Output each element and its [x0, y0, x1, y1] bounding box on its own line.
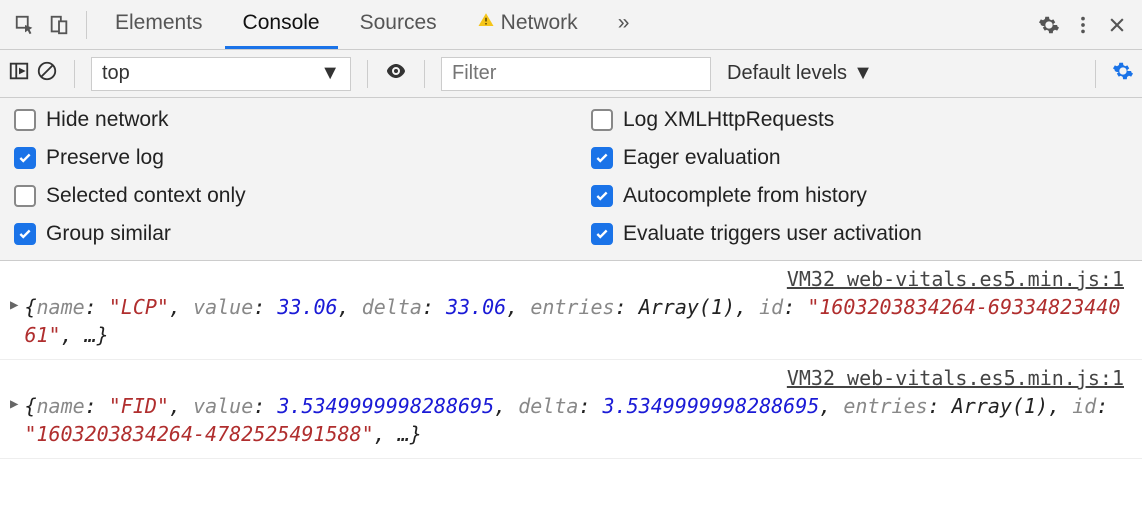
divider: [86, 11, 87, 39]
live-expression-icon[interactable]: [384, 59, 408, 89]
console-subtoolbar: top ▼ Default levels ▼: [0, 50, 1142, 98]
setting-preserve-log[interactable]: Preserve log: [14, 146, 551, 170]
context-selector-value: top: [102, 62, 130, 85]
setting-autocomplete-history[interactable]: Autocomplete from history: [591, 184, 1128, 208]
setting-eval-user-activation[interactable]: Evaluate triggers user activation: [591, 222, 1128, 246]
tab-elements[interactable]: Elements: [97, 0, 221, 49]
checkbox-icon: [14, 109, 36, 131]
setting-selected-context-only[interactable]: Selected context only: [14, 184, 551, 208]
expand-triangle-icon[interactable]: ▶: [10, 396, 18, 412]
tab-network-label: Network: [501, 11, 578, 35]
expand-triangle-icon[interactable]: ▶: [10, 297, 18, 313]
chevron-down-icon: ▼: [320, 62, 340, 85]
setting-group-similar[interactable]: Group similar: [14, 222, 551, 246]
tab-console-label: Console: [243, 11, 320, 35]
divider: [74, 60, 75, 88]
setting-eager-eval[interactable]: Eager evaluation: [591, 146, 1128, 170]
device-toolbar-icon[interactable]: [42, 8, 76, 42]
inspect-element-icon[interactable]: [8, 8, 42, 42]
tab-network[interactable]: Network: [459, 0, 596, 49]
tab-more[interactable]: »: [600, 0, 648, 49]
checkbox-icon: [14, 147, 36, 169]
setting-label: Autocomplete from history: [623, 184, 867, 208]
checkbox-icon: [591, 109, 613, 131]
log-source-link[interactable]: VM32 web-vitals.es5.min.js:1: [10, 267, 1132, 291]
log-entry: VM32 web-vitals.es5.min.js:1 ▶ {name: "FID…: [0, 360, 1142, 459]
divider: [367, 60, 368, 88]
tab-sources-label: Sources: [360, 11, 437, 35]
tab-sources[interactable]: Sources: [342, 0, 455, 49]
checkbox-icon: [14, 185, 36, 207]
chevron-down-icon: ▼: [853, 62, 873, 85]
setting-label: Evaluate triggers user activation: [623, 222, 922, 246]
tab-console[interactable]: Console: [225, 0, 338, 49]
checkbox-icon: [591, 147, 613, 169]
console-settings-gear-icon[interactable]: [1112, 60, 1134, 88]
warning-icon: [477, 11, 495, 35]
context-selector[interactable]: top ▼: [91, 57, 351, 91]
log-object[interactable]: {name: "LCP", value: 33.06, delta: 33.06…: [24, 293, 1132, 349]
setting-log-xhr[interactable]: Log XMLHttpRequests: [591, 108, 1128, 132]
setting-label: Log XMLHttpRequests: [623, 108, 834, 132]
log-source-link[interactable]: VM32 web-vitals.es5.min.js:1: [10, 366, 1132, 390]
close-icon[interactable]: [1100, 8, 1134, 42]
setting-label: Selected context only: [46, 184, 246, 208]
divider: [424, 60, 425, 88]
settings-gear-icon[interactable]: [1032, 8, 1066, 42]
log-levels-label: Default levels: [727, 62, 847, 85]
checkbox-icon: [591, 185, 613, 207]
checkbox-icon: [591, 223, 613, 245]
setting-hide-network[interactable]: Hide network: [14, 108, 551, 132]
setting-label: Group similar: [46, 222, 171, 246]
clear-console-icon[interactable]: [36, 60, 58, 88]
divider: [1095, 60, 1096, 88]
devtools-toolbar: Elements Console Sources Network »: [0, 0, 1142, 50]
log-levels-selector[interactable]: Default levels ▼: [717, 62, 883, 85]
panel-tabs: Elements Console Sources Network »: [97, 0, 647, 49]
log-entry: VM32 web-vitals.es5.min.js:1 ▶ {name: "LCP…: [0, 261, 1142, 360]
console-output: VM32 web-vitals.es5.min.js:1 ▶ {name: "LCP…: [0, 261, 1142, 459]
tab-elements-label: Elements: [115, 11, 203, 35]
console-settings-panel: Hide network Log XMLHttpRequests Preserve …: [0, 98, 1142, 261]
checkbox-icon: [14, 223, 36, 245]
filter-input[interactable]: [441, 57, 711, 91]
setting-label: Hide network: [46, 108, 169, 132]
console-sidebar-toggle-icon[interactable]: [8, 60, 30, 88]
tab-more-label: »: [618, 11, 630, 35]
log-object[interactable]: {name: "FID", value: 3.5349999998288695,…: [24, 392, 1132, 448]
setting-label: Eager evaluation: [623, 146, 781, 170]
kebab-menu-icon[interactable]: [1066, 8, 1100, 42]
setting-label: Preserve log: [46, 146, 164, 170]
